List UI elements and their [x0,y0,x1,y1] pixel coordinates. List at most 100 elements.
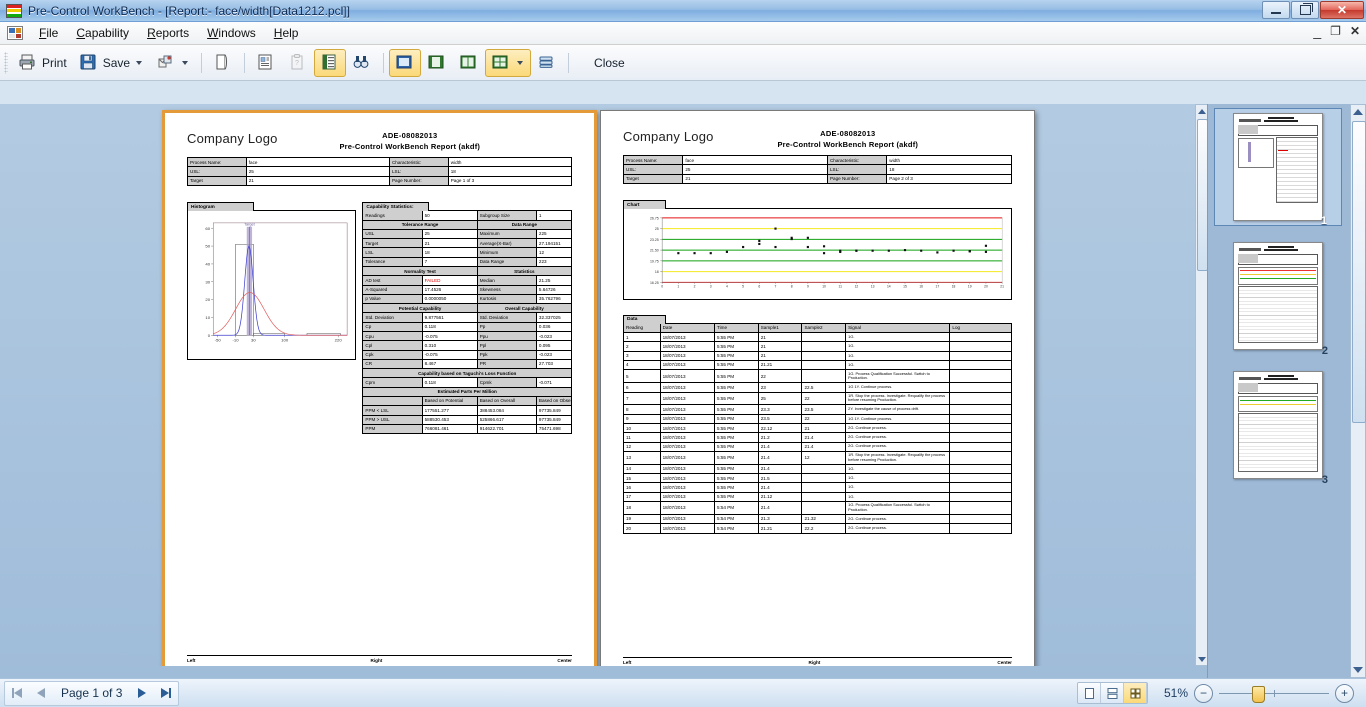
print-button[interactable]: Print [12,49,73,77]
close-preview-button[interactable]: Close [588,49,631,77]
app-logo-icon [6,3,22,18]
window-restore-button[interactable] [1291,1,1319,19]
thumbnail-page-3[interactable]: 3 [1214,366,1342,486]
menu-item-windows[interactable]: Windows [198,23,265,43]
window-minimize-button[interactable] [1262,1,1290,19]
table-cell [949,513,1012,525]
view-continuous-button[interactable] [421,49,453,77]
zoom-slider-handle[interactable] [1252,685,1265,703]
page-preview-scroll-area[interactable]: Company Logo ADE-08082013 Pre-Control Wo… [0,104,1208,666]
mdi-close-button[interactable]: ✕ [1350,24,1360,38]
toolbar-grip[interactable] [4,51,8,74]
thumbnail-vertical-scrollbar[interactable] [1350,104,1366,678]
view-two-page-button[interactable] [453,49,485,77]
table-row: Process Name: face Characteristic: width [187,156,573,168]
table-cell: 18/07/2013 [659,473,716,484]
view-stacked-button[interactable] [531,49,563,77]
table-cell: 1G. [845,463,951,475]
table-cell [949,423,1012,434]
page-properties-button[interactable] [250,49,282,77]
view-single-page-button[interactable] [389,48,422,77]
page-setup-button[interactable] [207,49,239,77]
table-cell: 18/07/2013 [659,441,716,452]
thumbnail-page-1[interactable]: 1 [1214,108,1342,227]
table-cell: 18/07/2013 [659,404,716,415]
export-mail-icon [156,53,176,73]
table-cell: 5 [623,369,661,384]
mdi-restore-button[interactable]: ❐ [1330,24,1341,38]
page-indicator-label: Page 1 of 3 [61,686,123,700]
svg-text:0: 0 [661,285,663,289]
last-page-button[interactable] [154,683,178,704]
zoom-slider[interactable] [1219,685,1329,703]
table-cell: 5:55 PM [714,382,759,393]
menu-item-capability[interactable]: Capability [67,23,138,43]
save-button[interactable]: Save [73,49,150,77]
table-cell: 4 [623,359,661,371]
thumbnail-scrollbar-thumb[interactable] [1352,121,1366,423]
thumbnail-panel[interactable]: 1 2 3 [1207,104,1366,678]
table-cell: 2G. Continue process. [845,432,951,443]
svg-text:50: 50 [205,244,210,249]
toolbar-separator-3 [383,52,385,73]
table-row: 18 18/07/2013 5:54 PM 21.4 1G. Process Quali… [623,500,1012,515]
clipboard-icon: ? [288,53,308,73]
table-cell [949,432,1012,443]
save-dropdown-caret-icon[interactable] [136,60,143,65]
table-cell [949,350,1012,361]
multi-page-dropdown-caret-icon[interactable] [517,60,524,65]
menu-item-help[interactable]: Help [265,23,308,43]
table-cell: 21.12 [757,491,803,502]
view-mode-grid-button[interactable] [1124,683,1147,703]
table-group-row: Normality Test Statistics [362,266,573,277]
table-cell: 21 [801,423,847,434]
report-page-2[interactable]: Company Logo ADE-08082013 Pre-Control Wo… [600,110,1035,666]
scroll-up-button[interactable] [1196,105,1207,117]
histogram-tab-label: Histogram [187,202,254,212]
menu-item-reports[interactable]: Reports [138,23,198,43]
table-cell: 3 [623,350,661,361]
page1-header: Company Logo ADE-08082013 Pre-Control Wo… [187,131,572,151]
table-row: Target 21 Page Number: Page 2 of 3 [622,173,1012,184]
next-page-button[interactable] [130,683,154,704]
scroll-down-button[interactable] [1196,653,1207,665]
table-row: Readings 50 Subgroup Size 1 [362,210,573,221]
zoom-in-button[interactable]: + [1335,683,1354,703]
table-cell: 18/07/2013 [659,341,716,352]
table-cell: 18/07/2013 [659,332,716,343]
report-page-1[interactable]: Company Logo ADE-08082013 Pre-Control Wo… [162,110,597,666]
table-header-row: Reading Date Time Sample1 Sample2 Signal Log [623,322,1012,334]
save-label: Save [102,55,131,70]
table-row: PPM < LSL 177551.277 388453.084 97735.849 [362,405,573,416]
mdi-minimize-button[interactable]: _ [1313,24,1321,38]
document-lines-icon [256,53,276,73]
first-page-button[interactable] [5,683,29,704]
export-button[interactable] [150,49,196,77]
window-close-button[interactable]: ✕ [1320,1,1364,19]
view-mode-double-button[interactable] [1101,683,1124,703]
report-title-line1: ADE-08082013 [382,131,438,140]
zoom-out-button[interactable]: − [1194,683,1213,703]
export-dropdown-caret-icon[interactable] [182,60,189,65]
thumbnails-toggle-button[interactable] [314,48,347,77]
previous-page-button[interactable] [29,683,53,704]
close-label: Close [594,55,625,70]
thumbnail-page-2[interactable]: 2 [1214,237,1342,357]
toolbar-separator-4 [568,52,570,73]
svg-text:-50: -50 [215,338,222,343]
table-cell [949,473,1012,484]
thumb-scroll-up-button[interactable] [1351,105,1365,119]
table-cell: 1G. [845,350,951,361]
menu-item-file[interactable]: FFileile [30,23,67,43]
find-button[interactable] [346,49,378,77]
table-cell: 18/07/2013 [659,350,716,361]
svg-text:9: 9 [807,285,809,289]
window-controls: ✕ [1262,1,1364,19]
view-mode-single-button[interactable] [1078,683,1101,703]
table-cell: 6 [623,382,661,393]
page-navigation-group: Page 1 of 3 [4,680,180,706]
clipboard-button[interactable]: ? [282,49,314,77]
chart-tab-label: Chart [623,200,666,210]
thumb-scroll-down-button[interactable] [1351,663,1365,677]
view-multi-page-button[interactable] [485,48,532,77]
